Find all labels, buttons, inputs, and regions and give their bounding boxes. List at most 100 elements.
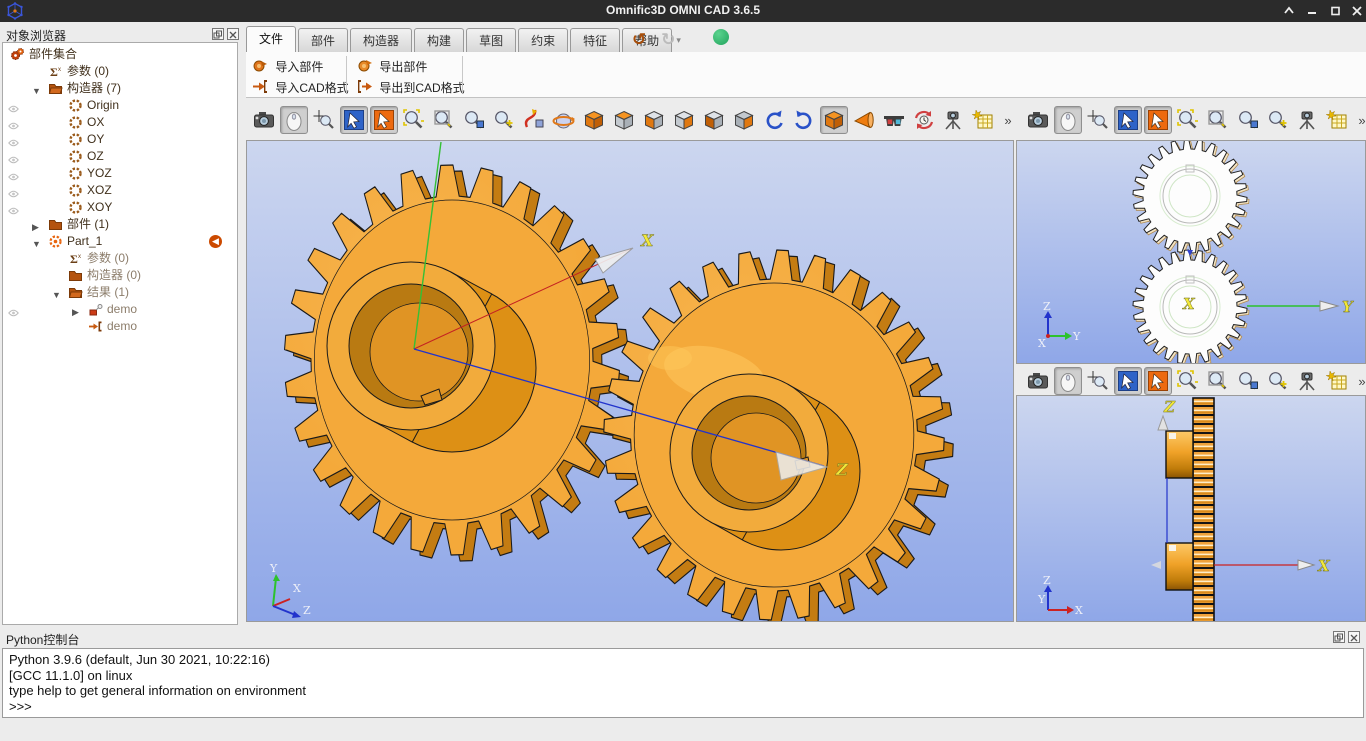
- close-panel-button[interactable]: [227, 28, 239, 40]
- camera-tripod-button[interactable]: [1294, 106, 1322, 134]
- minimize-button[interactable]: [1304, 4, 1320, 18]
- tree-item-oz[interactable]: OZ: [3, 148, 237, 165]
- camera-button[interactable]: [1024, 367, 1052, 395]
- expander-closed[interactable]: ▶: [32, 219, 42, 229]
- tree-item-1[interactable]: ▶部件 (1): [3, 216, 237, 233]
- cursor-blue-button[interactable]: [1114, 106, 1142, 134]
- zoom-fit-button[interactable]: [400, 106, 428, 134]
- zoom-window-button[interactable]: [430, 106, 458, 134]
- main-3d-viewport[interactable]: X Z YXZ: [246, 140, 1014, 622]
- tree-item-ox[interactable]: OX: [3, 114, 237, 131]
- shade-button[interactable]: [1281, 4, 1297, 18]
- more-overflow-button[interactable]: »: [1000, 106, 1016, 134]
- tab-5[interactable]: 草图: [466, 28, 516, 52]
- import-part-button[interactable]: 导入部件: [252, 57, 323, 75]
- zoom-selected-button[interactable]: [1234, 106, 1262, 134]
- cube-top-button[interactable]: [610, 106, 638, 134]
- tab-1[interactable]: 文件: [246, 26, 296, 52]
- zoom-window-button[interactable]: [1204, 106, 1232, 134]
- tree-item-0[interactable]: Σx参数 (0): [3, 250, 237, 267]
- camera-button[interactable]: [250, 106, 278, 134]
- undo-button[interactable]: ↺: [632, 30, 646, 49]
- expander-open[interactable]: ▼: [52, 287, 62, 297]
- cursor-blue-button[interactable]: [340, 106, 368, 134]
- cube-right-button[interactable]: [700, 106, 728, 134]
- orbit-button[interactable]: [550, 106, 578, 134]
- datasheet-button[interactable]: [1324, 367, 1352, 395]
- cursor-orange-button[interactable]: [1144, 106, 1172, 134]
- import-cad-button[interactable]: 导入CAD格式: [252, 78, 349, 96]
- more-overflow-button[interactable]: »: [1354, 106, 1366, 134]
- zoom-selected-button[interactable]: [460, 106, 488, 134]
- rotate-time-button[interactable]: [910, 106, 938, 134]
- cursor-blue-button[interactable]: [1114, 367, 1142, 395]
- tab-6[interactable]: 约束: [518, 28, 568, 52]
- tree-item-oy[interactable]: OY: [3, 131, 237, 148]
- zoom-in-button[interactable]: [1264, 106, 1292, 134]
- cube-iso-button[interactable]: [820, 106, 848, 134]
- zoom-in-button[interactable]: [490, 106, 518, 134]
- zoom-fit-button[interactable]: [1174, 106, 1202, 134]
- camera-button[interactable]: [1024, 106, 1052, 134]
- glasses-3d-button[interactable]: [880, 106, 908, 134]
- cursor-orange-button[interactable]: [370, 106, 398, 134]
- cube-left-button[interactable]: [670, 106, 698, 134]
- tree-item-0[interactable]: Σx参数 (0): [3, 63, 237, 80]
- cursor-orange-button[interactable]: [1144, 367, 1172, 395]
- cube-solid-button[interactable]: [580, 106, 608, 134]
- undo-dropdown[interactable]: ▾: [647, 35, 652, 45]
- cube-front-button[interactable]: [640, 106, 668, 134]
- mouse-button[interactable]: [1054, 367, 1082, 395]
- tree-item-[interactable]: 部件集合: [3, 46, 237, 63]
- tree-item-7[interactable]: ▼构造器 (7): [3, 80, 237, 97]
- wedge-button[interactable]: [850, 106, 878, 134]
- zoom-dynamic-button[interactable]: [520, 106, 548, 134]
- tab-7[interactable]: 特征: [570, 28, 620, 52]
- tree-item-demo[interactable]: demo: [3, 318, 237, 335]
- mouse-button[interactable]: [280, 106, 308, 134]
- probe-button[interactable]: [310, 106, 338, 134]
- tree-item-xoy[interactable]: XOY: [3, 199, 237, 216]
- tree-item-xoz[interactable]: XOZ: [3, 182, 237, 199]
- tree-item-1[interactable]: ▼结果 (1): [3, 284, 237, 301]
- zoom-fit-button[interactable]: [1174, 367, 1202, 395]
- tree-item-0[interactable]: 构造器 (0): [3, 267, 237, 284]
- camera-tripod-button[interactable]: [940, 106, 968, 134]
- tree-item-origin[interactable]: Origin: [3, 97, 237, 114]
- rotate-cw-button[interactable]: [790, 106, 818, 134]
- tab-4[interactable]: 构建: [414, 28, 464, 52]
- tree-item-demo[interactable]: ▶demo: [3, 301, 237, 318]
- probe-button[interactable]: [1084, 367, 1112, 395]
- close-button[interactable]: [1349, 4, 1365, 18]
- zoom-window-button[interactable]: [1204, 367, 1232, 395]
- python-console-input[interactable]: Python 3.9.6 (default, Jun 30 2021, 10:2…: [2, 648, 1364, 718]
- console-float-button[interactable]: [1333, 631, 1345, 643]
- console-close-button[interactable]: [1348, 631, 1360, 643]
- expander-open[interactable]: ▼: [32, 83, 42, 93]
- tab-3[interactable]: 构造器: [350, 28, 412, 52]
- mouse-button[interactable]: [1054, 106, 1082, 134]
- zoom-in-button[interactable]: [1264, 367, 1292, 395]
- tab-2[interactable]: 部件: [298, 28, 348, 52]
- maximize-button[interactable]: [1327, 4, 1343, 18]
- rotate-ccw-button[interactable]: [760, 106, 788, 134]
- tree-item-part_1[interactable]: ▼Part_1◀: [3, 233, 237, 250]
- redo-button[interactable]: ↻: [661, 30, 675, 49]
- probe-button[interactable]: [1084, 106, 1112, 134]
- side-view-viewport[interactable]: Z X ZXY: [1016, 395, 1366, 622]
- zoom-selected-button[interactable]: [1234, 367, 1262, 395]
- more-overflow-button[interactable]: »: [1354, 367, 1366, 395]
- expander-open[interactable]: ▼: [32, 236, 42, 246]
- float-panel-button[interactable]: [212, 28, 224, 40]
- datasheet-button[interactable]: [1324, 106, 1352, 134]
- export-part-button[interactable]: 导出部件: [356, 57, 427, 75]
- tree-item-yoz[interactable]: YOZ: [3, 165, 237, 182]
- cube-back-button[interactable]: [730, 106, 758, 134]
- camera-tripod-button[interactable]: [1294, 367, 1322, 395]
- redo-dropdown[interactable]: ▾: [676, 35, 681, 45]
- front-view-viewport[interactable]: Y X ZYX: [1016, 140, 1366, 364]
- export-cad-button[interactable]: 导出到CAD格式: [356, 78, 465, 96]
- svg-text:Y: Y: [1072, 330, 1081, 343]
- expander-closed[interactable]: ▶: [72, 304, 82, 314]
- datasheet-button[interactable]: [970, 106, 998, 134]
